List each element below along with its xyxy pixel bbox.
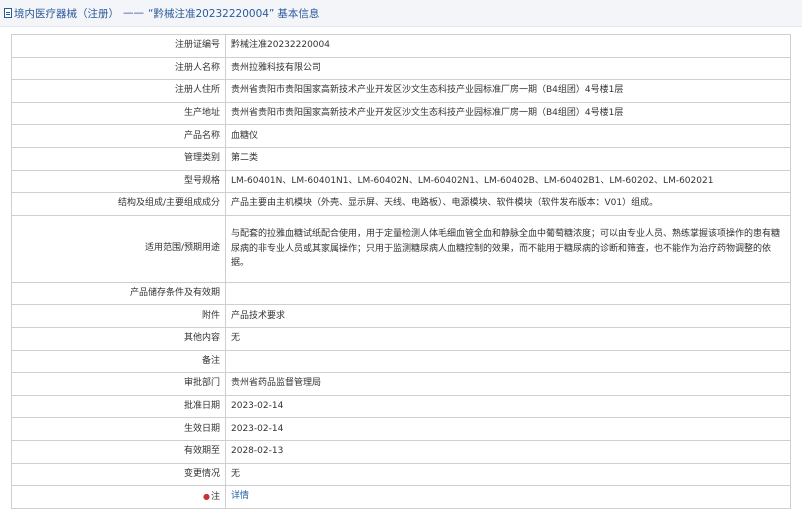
- row-value-valid-until: 2028-02-13: [225, 439, 791, 464]
- table-row: 管理类别 第二类: [11, 146, 791, 171]
- table-row: 变更情况 无: [11, 462, 791, 487]
- row-label-effective-date: 生效日期: [11, 417, 226, 441]
- row-value-approval-dept: 贵州省药品监督管理局: [225, 372, 791, 396]
- note-label: 注: [210, 491, 220, 502]
- row-value-production-address: 贵州省贵阳市贵阳国家高新技术产业开发区沙文生态科技产业园标准厂房一期（B4组团）…: [225, 101, 791, 126]
- row-value-management-category: 第二类: [225, 146, 791, 171]
- row-label-approval-dept: 审批部门: [11, 372, 226, 396]
- row-value-changes: 无: [225, 462, 791, 487]
- row-value-registration-number: 黔械注准20232220004: [225, 34, 791, 58]
- header-separator: ——: [123, 7, 144, 19]
- header-subject: “黔械注准20232220004”: [148, 7, 275, 20]
- row-label-other: 其他内容: [11, 326, 226, 351]
- row-value-intended-use: 与配套的拉雅血糖试纸配合使用，用于定量检测人体毛细血管全血和静脉全血中葡萄糖浓度…: [225, 214, 791, 283]
- table-row: 适用范围/预期用途 与配套的拉雅血糖试纸配合使用，用于定量检测人体毛细血管全血和…: [11, 214, 791, 283]
- row-value-note: 详情: [225, 485, 791, 509]
- row-label-remarks: 备注: [11, 349, 226, 374]
- row-label-note: ●注: [11, 485, 226, 509]
- table-row: 结构及组成/主要组成成分 产品主要由主机模块（外壳、显示屏、天线、电路板）、电源…: [11, 192, 791, 216]
- row-label-registration-number: 注册证编号: [11, 34, 226, 58]
- table-row: ●注 详情: [11, 485, 791, 509]
- document-icon: [4, 8, 12, 18]
- table-row: 备注: [11, 349, 791, 374]
- header-suffix: 基本信息: [277, 7, 320, 20]
- row-label-registrant-name: 注册人名称: [11, 56, 226, 81]
- row-value-registrant-name: 贵州拉雅科技有限公司: [225, 56, 791, 81]
- row-value-effective-date: 2023-02-14: [225, 417, 791, 441]
- row-label-attachment: 附件: [11, 304, 226, 328]
- table-row: 有效期至 2028-02-13: [11, 439, 791, 464]
- row-value-remarks: [225, 349, 791, 374]
- row-value-product-name: 血糖仪: [225, 124, 791, 148]
- header-title: 境内医疗器械（注册）: [14, 7, 119, 20]
- table-row: 生效日期 2023-02-14: [11, 417, 791, 441]
- table-row: 批准日期 2023-02-14: [11, 394, 791, 419]
- row-label-product-name: 产品名称: [11, 124, 226, 148]
- row-label-intended-use: 适用范围/预期用途: [11, 214, 226, 283]
- row-value-structure: 产品主要由主机模块（外壳、显示屏、天线、电路板）、电源模块、软件模块（软件发布版…: [225, 192, 791, 216]
- page-header: 境内医疗器械（注册） —— “黔械注准20232220004” 基本信息: [0, 0, 802, 27]
- row-label-model-spec: 型号规格: [11, 169, 226, 194]
- row-value-storage: [225, 281, 791, 306]
- table-row: 注册证编号 黔械注准20232220004: [11, 34, 791, 58]
- row-label-approval-date: 批准日期: [11, 394, 226, 419]
- row-label-management-category: 管理类别: [11, 146, 226, 171]
- row-label-structure: 结构及组成/主要组成成分: [11, 192, 226, 216]
- note-bullet-icon: ●: [203, 491, 210, 501]
- row-label-registrant-address: 注册人住所: [11, 79, 226, 103]
- row-label-changes: 变更情况: [11, 462, 226, 487]
- info-table: 注册证编号 黔械注准20232220004 注册人名称 贵州拉雅科技有限公司 注…: [11, 34, 791, 509]
- table-row: 注册人住所 贵州省贵阳市贵阳国家高新技术产业开发区沙文生态科技产业园标准厂房一期…: [11, 79, 791, 103]
- table-row: 注册人名称 贵州拉雅科技有限公司: [11, 56, 791, 81]
- table-row: 生产地址 贵州省贵阳市贵阳国家高新技术产业开发区沙文生态科技产业园标准厂房一期（…: [11, 101, 791, 126]
- row-label-valid-until: 有效期至: [11, 439, 226, 464]
- table-row: 附件 产品技术要求: [11, 304, 791, 328]
- details-link[interactable]: 详情: [231, 491, 249, 501]
- row-value-registrant-address: 贵州省贵阳市贵阳国家高新技术产业开发区沙文生态科技产业园标准厂房一期（B4组团）…: [225, 79, 791, 103]
- row-label-production-address: 生产地址: [11, 101, 226, 126]
- row-value-other: 无: [225, 326, 791, 351]
- table-row: 产品储存条件及有效期: [11, 281, 791, 306]
- row-value-model-spec: LM-60401N、LM-60401N1、LM-60402N、LM-60402N…: [225, 169, 791, 194]
- info-table-container: 注册证编号 黔械注准20232220004 注册人名称 贵州拉雅科技有限公司 注…: [11, 34, 791, 509]
- table-row: 产品名称 血糖仪: [11, 124, 791, 148]
- table-row: 其他内容 无: [11, 326, 791, 351]
- row-value-attachment: 产品技术要求: [225, 304, 791, 328]
- row-label-storage: 产品储存条件及有效期: [11, 281, 226, 306]
- table-row: 型号规格 LM-60401N、LM-60401N1、LM-60402N、LM-6…: [11, 169, 791, 194]
- table-row: 审批部门 贵州省药品监督管理局: [11, 372, 791, 396]
- row-value-approval-date: 2023-02-14: [225, 394, 791, 419]
